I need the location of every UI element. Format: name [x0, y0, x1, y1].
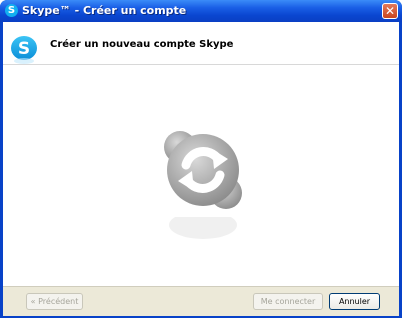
dialog-header: S Créer un nouveau compte Skype: [3, 22, 399, 65]
svg-text:S: S: [18, 39, 30, 59]
previous-button[interactable]: « Précédent: [26, 293, 83, 310]
page-title: Créer un nouveau compte Skype: [50, 39, 234, 50]
sync-icon-reflection: [169, 217, 237, 239]
title-bar[interactable]: S Skype™ - Créer un compte ✕: [0, 0, 402, 22]
loading-area: [3, 65, 399, 286]
skype-icon: S: [5, 4, 18, 17]
window-title: Skype™ - Créer un compte: [22, 4, 187, 17]
close-button[interactable]: ✕: [382, 3, 398, 19]
skype-logo-icon: S: [11, 36, 37, 64]
dialog-footer: « Précédent Me connecter Annuler: [3, 286, 399, 316]
skype-create-account-window: S Skype™ - Créer un compte ✕ S Créer un …: [0, 0, 402, 318]
sign-in-button[interactable]: Me connecter: [253, 293, 323, 310]
cancel-button[interactable]: Annuler: [329, 293, 380, 310]
sync-loading-icon: [164, 131, 242, 209]
dialog-client-area: S Créer un nouveau compte Skype « Précéd…: [3, 22, 399, 316]
